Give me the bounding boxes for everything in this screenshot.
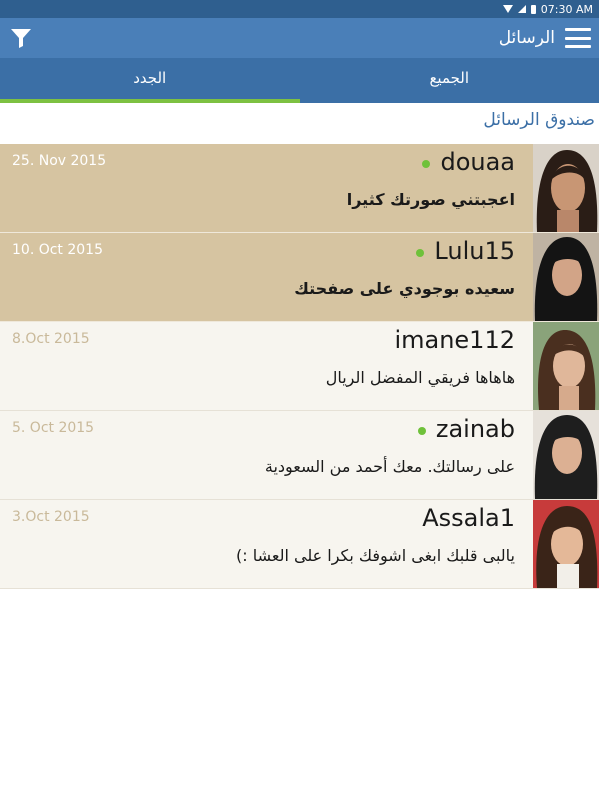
sender-name: zainab [435, 415, 515, 443]
hamburger-icon[interactable] [565, 28, 591, 48]
sender-name-group: Lulu15 [416, 237, 515, 265]
avatar[interactable] [533, 411, 599, 499]
message-preview: هاهاها فريقي المفضل الريال [325, 368, 515, 387]
message-date: 10. Oct 2015 [12, 242, 103, 258]
sender-name: Lulu15 [434, 237, 515, 265]
sender-name-group: Assala1 [422, 504, 515, 532]
online-indicator [417, 427, 426, 435]
avatar[interactable] [533, 144, 599, 232]
filter-icon[interactable] [10, 27, 32, 49]
page-title: الرسائل [498, 28, 555, 48]
message-date: 3.Oct 2015 [12, 509, 90, 525]
online-indicator [422, 160, 431, 168]
status-bar: 07:30 AM [0, 0, 599, 18]
message-date: 5. Oct 2015 [12, 420, 95, 436]
message-row[interactable]: 5. Oct 2015 zainab على رسالتك. معك أحمد … [0, 411, 599, 500]
message-preview: سعيده بوجودي على صفحتك [294, 279, 515, 298]
status-time: 07:30 AM [540, 2, 593, 16]
message-row[interactable]: 10. Oct 2015 Lulu15 سعيده بوجودي على صفح… [0, 233, 599, 322]
avatar[interactable] [533, 500, 599, 588]
avatar[interactable] [533, 233, 599, 321]
sender-name-group: zainab [417, 415, 515, 443]
inbox-heading: صندوق الرسائل [483, 110, 595, 130]
message-date: 25. Nov 2015 [12, 153, 107, 169]
wifi-icon [502, 5, 513, 13]
signal-icon [517, 5, 526, 13]
toolbar: الرسائل [0, 18, 599, 58]
sender-name: imane112 [394, 326, 515, 354]
message-date: 8.Oct 2015 [12, 331, 90, 347]
sender-name-group: douaa [422, 148, 515, 176]
message-list: 25. Nov 2015 douaa اعجبتني صورتك كثيرا 1… [0, 144, 599, 589]
avatar[interactable] [533, 322, 599, 410]
sender-name-group: imane112 [394, 326, 515, 354]
battery-icon [530, 4, 536, 14]
message-preview: يالبى قلبك ابغى اشوفك بكرا على العشا :) [236, 546, 515, 565]
message-row[interactable]: 3.Oct 2015 Assala1 يالبى قلبك ابغى اشوفك… [0, 500, 599, 589]
toolbar-title-group: الرسائل [499, 24, 591, 52]
message-preview: اعجبتني صورتك كثيرا [346, 190, 515, 209]
message-row[interactable]: 25. Nov 2015 douaa اعجبتني صورتك كثيرا [0, 144, 599, 233]
sender-name: douaa [440, 148, 515, 176]
tab-all-label: الجميع [429, 68, 470, 87]
tab-new-label: الجدد [133, 68, 167, 87]
online-indicator [416, 249, 425, 257]
message-preview: على رسالتك. معك أحمد من السعودية [264, 457, 515, 476]
tab-new[interactable]: الجدد [0, 58, 300, 103]
message-row[interactable]: 8.Oct 2015 imane112 هاهاها فريقي المفضل … [0, 322, 599, 411]
sender-name: Assala1 [422, 504, 515, 532]
tab-all[interactable]: الجميع [300, 58, 599, 103]
tab-bar: الجدد الجميع [0, 58, 599, 103]
